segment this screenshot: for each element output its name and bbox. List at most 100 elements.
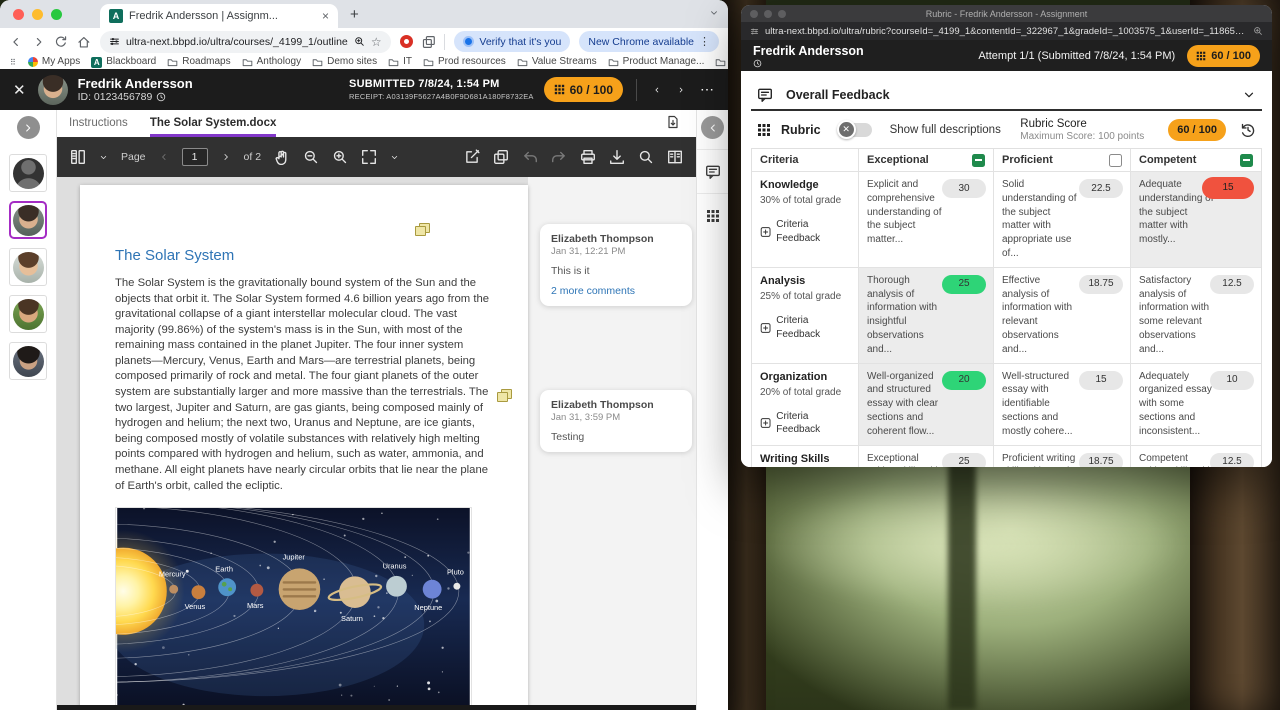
more-vert-icon[interactable]: ⋮ [699, 35, 710, 48]
page-number-input[interactable]: 1 [182, 148, 208, 166]
browser-tab[interactable]: A Fredrik Andersson | Assignm... × [100, 4, 338, 28]
address-bar[interactable]: ultra-next.bbpd.io/ultra/courses/_4199_1… [100, 31, 391, 53]
rubric-level-cell[interactable]: Adequately organized essay with some sec… [1131, 363, 1261, 445]
grade-history-icon[interactable] [1240, 122, 1256, 138]
document-canvas[interactable]: The Solar System The Solar System is the… [57, 177, 696, 710]
rubric-level-cell[interactable]: Solid understanding of the subject matte… [994, 171, 1131, 267]
bookmark-demo-sites[interactable]: Demo sites [312, 55, 377, 69]
next-student-icon[interactable] [674, 83, 688, 97]
rubric-level-cell[interactable]: Competent writing skills with basic gram… [1131, 445, 1261, 467]
side-panel-icon[interactable] [422, 35, 436, 49]
rubric-level-cell[interactable]: Satisfactory analysis of information wit… [1131, 267, 1261, 363]
chevron-down-icon[interactable] [709, 8, 719, 18]
traffic-lights[interactable] [13, 9, 62, 20]
bookmark-it[interactable]: IT [388, 55, 412, 69]
zoom-page-icon[interactable] [354, 36, 365, 47]
bookmark-ado[interactable]: ADO [715, 55, 728, 69]
annotate-icon[interactable] [464, 149, 480, 165]
student-avatar-3[interactable] [9, 248, 47, 286]
annotation-note-icon[interactable] [415, 223, 430, 237]
tab-document[interactable]: The Solar System.docx [150, 117, 277, 137]
download-document-icon[interactable] [666, 115, 680, 129]
chevron-down-icon[interactable] [390, 153, 399, 162]
expand-rail-button[interactable] [17, 116, 40, 139]
column-checkbox[interactable] [1109, 154, 1122, 167]
redo-icon[interactable] [551, 149, 567, 165]
bookmark-value-streams[interactable]: Value Streams [517, 55, 597, 69]
close-window-button[interactable] [13, 9, 24, 20]
apps-grid-icon[interactable]: ⠿ [10, 60, 17, 65]
close-window-button[interactable] [750, 10, 758, 18]
rubric-level-cell[interactable]: Proficient writing skills with good gram… [994, 445, 1131, 467]
rubric-level-cell[interactable]: Effective analysis of information with r… [994, 267, 1131, 363]
comment-card[interactable]: Elizabeth ThompsonJan 31, 3:59 PMTesting [540, 390, 692, 452]
column-checkbox[interactable] [972, 154, 985, 167]
search-icon[interactable] [638, 149, 654, 165]
chevron-down-icon[interactable] [1242, 88, 1256, 102]
thumbnails-icon[interactable] [70, 149, 86, 165]
close-panel-icon[interactable]: ✕ [13, 81, 26, 99]
reload-icon[interactable] [54, 35, 68, 49]
more-comments-link[interactable]: 2 more comments [551, 285, 681, 297]
bookmark-anthology[interactable]: Anthology [242, 55, 301, 69]
pan-hand-icon[interactable] [274, 149, 290, 165]
criteria-feedback-button[interactable]: Criteria Feedback [760, 410, 850, 438]
close-tab-icon[interactable]: × [322, 9, 329, 23]
annotation-note-icon[interactable] [497, 389, 512, 403]
verify-identity-chip[interactable]: Verify that it's you [454, 31, 570, 52]
grade-pill[interactable]: 60 / 100 [1187, 45, 1260, 67]
rubric-level-cell[interactable]: Well-organized and structured essay with… [859, 363, 994, 445]
bookmark-star-icon[interactable]: ☆ [371, 35, 382, 49]
undo-icon[interactable] [522, 149, 538, 165]
site-settings-icon[interactable] [750, 27, 759, 36]
bookmark-prod-resources[interactable]: Prod resources [423, 55, 506, 69]
new-tab-button[interactable]: + [350, 2, 359, 28]
previous-page-icon[interactable] [159, 152, 169, 162]
home-icon[interactable] [77, 35, 91, 49]
popup-address-bar[interactable]: ultra-next.bbpd.io/ultra/rubric?courseId… [741, 22, 1272, 40]
feedback-tool-button[interactable] [697, 149, 728, 193]
rubric-level-cell[interactable]: Thorough analysis of information with in… [859, 267, 994, 363]
rubric-level-cell[interactable]: Explicit and comprehensive understanding… [859, 171, 994, 267]
zoom-window-button[interactable] [51, 9, 62, 20]
more-options-icon[interactable]: ⋯ [698, 81, 715, 98]
extension-icon[interactable] [400, 35, 413, 48]
criteria-feedback-button[interactable]: Criteria Feedback [760, 218, 850, 246]
fit-page-icon[interactable] [361, 149, 377, 165]
chevron-down-icon[interactable] [99, 153, 108, 162]
comment-card[interactable]: Elizabeth ThompsonJan 31, 12:21 PMThis i… [540, 224, 692, 306]
back-icon[interactable] [9, 35, 23, 49]
forward-icon[interactable] [32, 35, 46, 49]
bookmark-roadmaps[interactable]: Roadmaps [167, 55, 230, 69]
student-avatar-4[interactable] [9, 295, 47, 333]
rubric-level-cell[interactable]: Exceptional writing skills with high-lev… [859, 445, 994, 467]
bookmark-product-manage[interactable]: Product Manage... [608, 55, 705, 69]
traffic-lights-inactive[interactable] [750, 10, 786, 18]
overall-feedback-section[interactable]: Overall Feedback [751, 80, 1262, 111]
page-layout-icon[interactable] [667, 149, 683, 165]
grade-pill[interactable]: 60 / 100 [544, 77, 623, 102]
download-icon[interactable] [609, 149, 625, 165]
bookmark-my-apps[interactable]: My Apps [28, 55, 80, 69]
minimize-window-button[interactable] [764, 10, 772, 18]
print-icon[interactable] [580, 149, 596, 165]
chrome-update-chip[interactable]: New Chrome available ⋮ [579, 31, 719, 52]
student-avatar-1[interactable] [9, 154, 47, 192]
previous-student-icon[interactable] [650, 83, 664, 97]
student-avatar-2[interactable] [9, 201, 47, 239]
collapse-panel-button[interactable] [701, 116, 724, 139]
zoom-window-button[interactable] [778, 10, 786, 18]
site-settings-icon[interactable] [109, 36, 120, 47]
next-page-icon[interactable] [221, 152, 231, 162]
rubric-level-cell[interactable]: Well-structured essay with identifiable … [994, 363, 1131, 445]
tab-instructions[interactable]: Instructions [69, 117, 128, 137]
zoom-in-icon[interactable] [332, 149, 348, 165]
minimize-window-button[interactable] [32, 9, 43, 20]
student-avatar-5[interactable] [9, 342, 47, 380]
show-descriptions-toggle[interactable]: ✕ [839, 123, 872, 137]
bookmark-blackboard[interactable]: ABlackboard [91, 55, 156, 69]
criteria-feedback-button[interactable]: Criteria Feedback [760, 314, 850, 342]
zoom-out-icon[interactable] [303, 149, 319, 165]
window-title-bar[interactable]: Rubric - Fredrik Andersson - Assignment [741, 5, 1272, 22]
column-checkbox[interactable] [1240, 154, 1253, 167]
